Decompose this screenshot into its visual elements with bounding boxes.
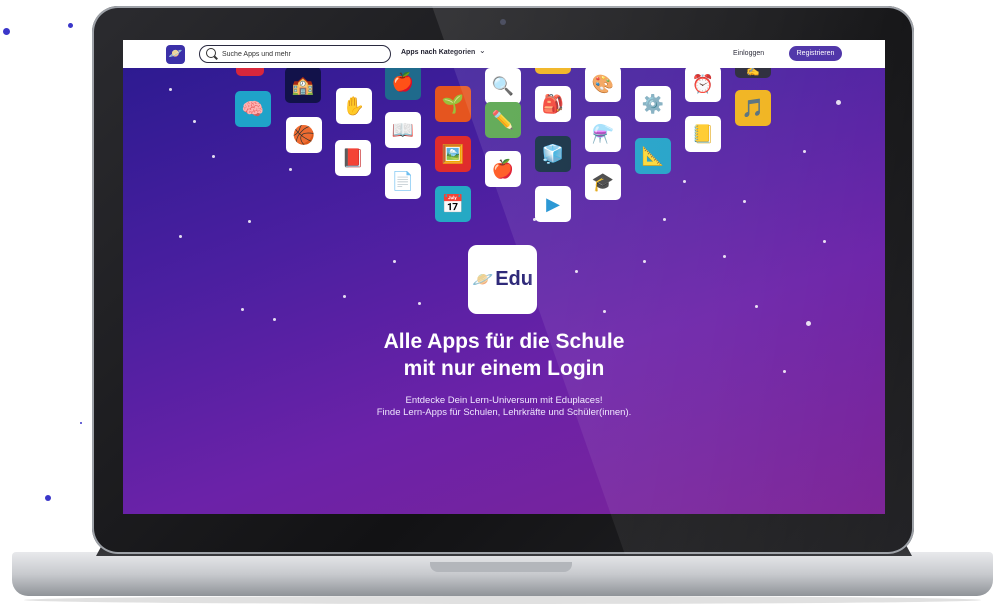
gear-head-icon: ⚙️	[635, 86, 671, 122]
star	[663, 218, 666, 221]
laptop-screen: 🏫 🧠 🏀 ✋ 📕 🍎 📖 📄 🔍 🌱 ✏️ 🖼️ 📅 🍎 🎒 🧊 ▶ 🎨 ⚗️…	[123, 40, 885, 514]
star	[418, 302, 421, 305]
star	[723, 255, 726, 258]
webcam	[500, 19, 506, 25]
planet-logo-icon: 🪐	[168, 48, 183, 60]
star	[755, 305, 758, 308]
headline-line-1: Alle Apps für die Schule	[383, 330, 625, 353]
hand-icon: ✋	[336, 88, 372, 124]
eraser-icon: ✏️	[485, 102, 521, 138]
star	[743, 200, 746, 203]
alarm-clock-icon: ⏰	[685, 66, 721, 102]
chevron-down-icon[interactable]: ⌄	[479, 46, 486, 55]
headline-line-2: mit nur einem Login	[403, 357, 605, 380]
star	[169, 88, 172, 91]
search-magnifier-icon: 🔍	[485, 68, 521, 104]
register-button[interactable]: Registrieren	[789, 46, 842, 61]
cube-icon: 🧊	[535, 136, 571, 172]
head-apple-icon: 🍎	[385, 64, 421, 100]
brain-icon: 🧠	[235, 91, 271, 127]
login-link[interactable]: Einloggen	[733, 50, 764, 57]
home-logo-button[interactable]: 🪐	[166, 45, 185, 64]
star	[179, 235, 182, 238]
open-book-icon: 📖	[385, 112, 421, 148]
star	[603, 310, 606, 313]
star	[575, 270, 578, 273]
edu-logo-text: Edu	[495, 268, 533, 290]
decorative-dot	[68, 23, 73, 28]
star	[643, 260, 646, 263]
laptop-base	[12, 552, 993, 596]
star	[393, 260, 396, 263]
star	[803, 150, 806, 153]
play-icon: ▶	[535, 186, 571, 222]
decorative-dot	[80, 422, 82, 424]
set-square-icon: 📐	[635, 138, 671, 174]
subline-line-2: Finde Lern-Apps für Schulen, Lehrkräfte …	[376, 407, 632, 418]
notebook-icon: 📒	[685, 116, 721, 152]
picture-icon: 🖼️	[435, 136, 471, 172]
star	[806, 321, 811, 326]
decorative-dot	[45, 495, 51, 501]
edu-logo: 🪐 Edu	[468, 245, 537, 314]
document-icon: 📄	[385, 163, 421, 199]
flask-icon: ⚗️	[585, 116, 621, 152]
star	[289, 168, 292, 171]
star	[273, 318, 276, 321]
star	[248, 220, 251, 223]
search-icon	[206, 48, 216, 58]
star	[823, 240, 826, 243]
calendar-icon: 📅	[435, 186, 471, 222]
graduation-cap-icon: 🎓	[585, 164, 621, 200]
star	[836, 100, 841, 105]
star	[683, 180, 686, 183]
search-input[interactable]	[222, 46, 382, 62]
plant-icon: 🌱	[435, 86, 471, 122]
basketball-icon: 🏀	[286, 117, 322, 153]
backpack-icon: 🎒	[535, 86, 571, 122]
star	[193, 120, 196, 123]
subline-line-1: Entdecke Dein Lern-Universum mit Eduplac…	[405, 395, 603, 406]
laptop-shadow	[24, 596, 981, 604]
decorative-dot	[3, 28, 10, 35]
music-note-icon: 🎵	[735, 90, 771, 126]
apple-books-icon: 🍎	[485, 151, 521, 187]
top-navbar: 🪐 Apps nach Kategorien ⌄ Einloggen Regis…	[123, 40, 885, 68]
school-building-icon: 🏫	[285, 67, 321, 103]
palette-icon: 🎨	[585, 66, 621, 102]
hero-subline: Entdecke Dein Lern-Universum mit Eduplac…	[123, 395, 885, 419]
book-icon: 📕	[335, 140, 371, 176]
planet-logo-icon: 🪐	[472, 269, 494, 289]
star	[212, 155, 215, 158]
categories-menu[interactable]: Apps nach Kategorien	[401, 49, 475, 56]
star	[343, 295, 346, 298]
star	[241, 308, 244, 311]
hero-headline: Alle Apps für die Schule mit nur einem L…	[123, 328, 885, 382]
search-box[interactable]	[199, 45, 391, 63]
laptop-notch	[430, 562, 572, 572]
